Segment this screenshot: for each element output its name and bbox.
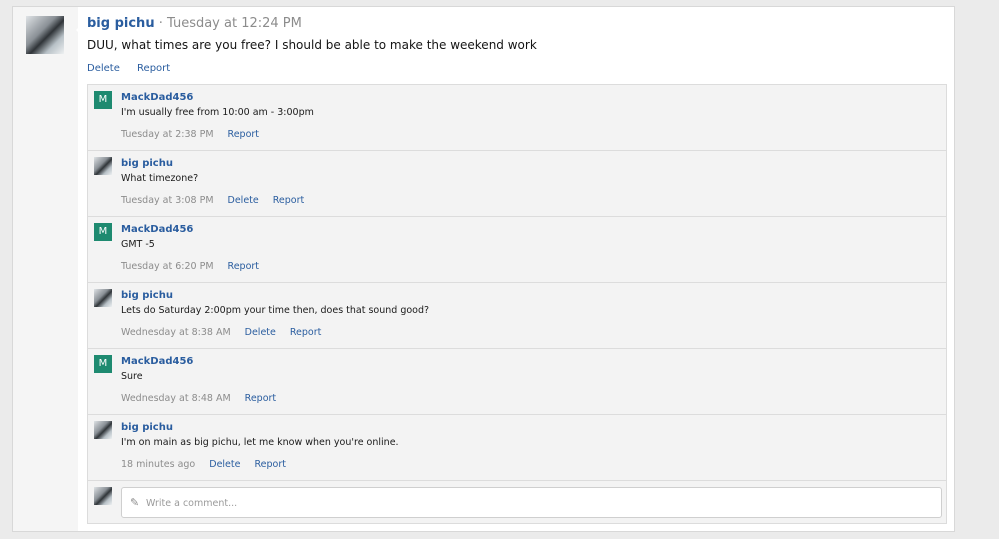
comment-time[interactable]: Wednesday at 8:48 AM: [121, 393, 231, 404]
comment-meta: Tuesday at 2:38 PM Report: [121, 129, 273, 140]
post-timestamp[interactable]: Tuesday at 12:24 PM: [167, 16, 302, 31]
avatar[interactable]: [94, 157, 112, 175]
comment-box[interactable]: ✎: [121, 487, 942, 519]
comment-username[interactable]: MackDad456: [121, 224, 193, 235]
post-text: DUU, what times are you free? I should b…: [87, 38, 537, 52]
message-pointer: [76, 24, 82, 36]
comment-time[interactable]: Tuesday at 3:08 PM: [121, 195, 214, 206]
report-button[interactable]: Report: [273, 195, 305, 206]
comment-text: I'm on main as big pichu, let me know wh…: [121, 437, 399, 448]
post-actions: Delete Report: [87, 63, 184, 74]
report-button[interactable]: Report: [228, 261, 260, 272]
post-username[interactable]: big pichu: [87, 16, 155, 31]
comment-input[interactable]: [144, 488, 928, 519]
comment-item: M MackDad456 I'm usually free from 10:00…: [88, 85, 946, 151]
comment-username[interactable]: MackDad456: [121, 92, 193, 103]
comment-time[interactable]: Tuesday at 6:20 PM: [121, 261, 214, 272]
avatar[interactable]: M: [94, 223, 112, 241]
comment-time[interactable]: Wednesday at 8:38 AM: [121, 327, 231, 338]
comment-text: Sure: [121, 371, 143, 382]
comment-time[interactable]: Tuesday at 2:38 PM: [121, 129, 214, 140]
comment-meta: Wednesday at 8:48 AM Report: [121, 393, 290, 404]
avatar[interactable]: M: [94, 355, 112, 373]
delete-button[interactable]: Delete: [209, 459, 240, 470]
avatar[interactable]: [26, 16, 64, 54]
header-separator: ·: [154, 16, 167, 31]
comment-text: I'm usually free from 10:00 am - 3:00pm: [121, 107, 314, 118]
comment-item: M MackDad456 Sure Wednesday at 8:48 AM Re…: [88, 349, 946, 415]
comment-username[interactable]: big pichu: [121, 422, 173, 433]
avatar[interactable]: [94, 421, 112, 439]
post-header: big pichu · Tuesday at 12:24 PM: [87, 16, 302, 31]
avatar-column: [13, 7, 78, 531]
report-button[interactable]: Report: [290, 327, 322, 338]
comment-username[interactable]: big pichu: [121, 290, 173, 301]
report-button[interactable]: Report: [254, 459, 286, 470]
report-button[interactable]: Report: [228, 129, 260, 140]
comment-text: GMT -5: [121, 239, 155, 250]
delete-button[interactable]: Delete: [228, 195, 259, 206]
comment-username[interactable]: MackDad456: [121, 356, 193, 367]
comment-list: M MackDad456 I'm usually free from 10:00…: [87, 84, 947, 524]
delete-button[interactable]: Delete: [87, 63, 120, 74]
comment-username[interactable]: big pichu: [121, 158, 173, 169]
comment-time[interactable]: 18 minutes ago: [121, 459, 195, 470]
comment-text: Lets do Saturday 2:00pm your time then, …: [121, 305, 430, 316]
report-button[interactable]: Report: [137, 63, 170, 74]
avatar[interactable]: [94, 487, 112, 505]
comment-item: big pichu What timezone? Tuesday at 3:08…: [88, 151, 946, 217]
delete-button[interactable]: Delete: [245, 327, 276, 338]
pencil-icon: ✎: [130, 496, 140, 509]
comment-composer: ✎: [88, 481, 946, 524]
avatar[interactable]: [94, 289, 112, 307]
report-button[interactable]: Report: [245, 393, 277, 404]
comment-meta: Wednesday at 8:38 AM Delete Report: [121, 327, 335, 338]
profile-post-card: big pichu · Tuesday at 12:24 PM DUU, wha…: [12, 6, 955, 532]
comment-meta: Tuesday at 6:20 PM Report: [121, 261, 273, 272]
comment-text: What timezone?: [121, 173, 199, 184]
comment-meta: 18 minutes ago Delete Report: [121, 459, 300, 470]
comment-item: M MackDad456 GMT -5 Tuesday at 6:20 PM Re…: [88, 217, 946, 283]
avatar[interactable]: M: [94, 91, 112, 109]
comment-meta: Tuesday at 3:08 PM Delete Report: [121, 195, 318, 206]
comment-item: big pichu I'm on main as big pichu, let …: [88, 415, 946, 481]
comment-item: big pichu Lets do Saturday 2:00pm your t…: [88, 283, 946, 349]
